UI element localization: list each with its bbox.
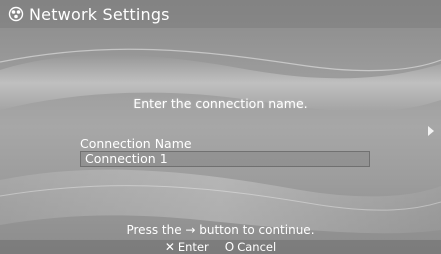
enter-control[interactable]: ✕ Enter <box>165 240 209 254</box>
connection-name-value[interactable]: Connection 1 <box>85 151 168 167</box>
circle-button-icon: O <box>224 240 235 254</box>
screen: Network Settings Enter the connection na… <box>0 0 441 254</box>
background-waves <box>0 0 441 254</box>
connection-name-label: Connection Name <box>80 136 192 151</box>
next-arrow-icon[interactable] <box>426 125 436 137</box>
header: Network Settings <box>0 0 441 28</box>
cross-button-icon: ✕ <box>164 240 175 254</box>
instruction-text: Enter the connection name. <box>133 96 308 111</box>
cancel-control[interactable]: O Cancel <box>225 240 276 254</box>
cancel-label: Cancel <box>237 240 277 254</box>
enter-label: Enter <box>177 240 209 254</box>
network-settings-icon <box>8 6 24 22</box>
footer-controls: ✕ Enter O Cancel <box>0 240 441 254</box>
page-title: Network Settings <box>29 4 170 24</box>
continue-hint: Press the → button to continue. <box>126 223 315 237</box>
